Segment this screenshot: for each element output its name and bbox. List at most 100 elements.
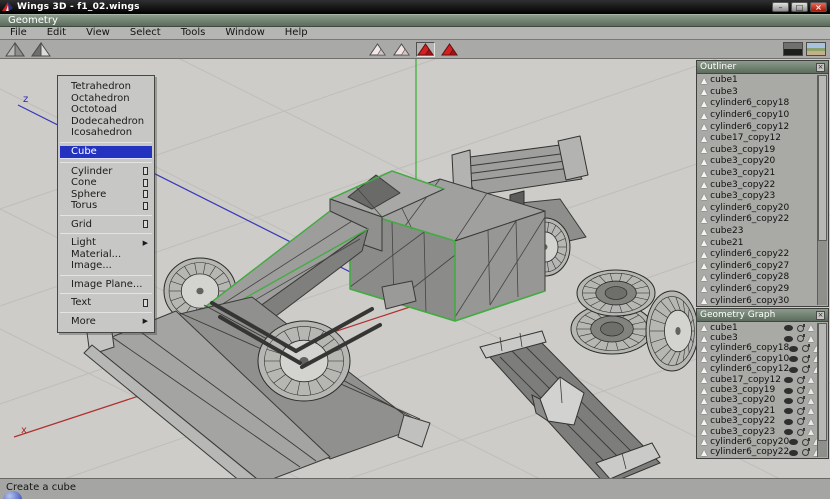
geometry-graph-item[interactable]: ▲cube3_copy23▲ [698, 427, 817, 437]
spare-standing-wheel[interactable] [646, 291, 698, 371]
pyramid-split-tool-icon[interactable] [31, 42, 51, 57]
minimize-button[interactable]: – [772, 2, 789, 12]
context-menu-item-octotoad[interactable]: Octotoad [58, 104, 154, 116]
geometry-graph-item[interactable]: ▲cube1▲ [698, 323, 817, 333]
context-menu-item-cube[interactable]: Cube [60, 146, 152, 159]
option-box-icon[interactable] [143, 190, 148, 198]
outliner-item[interactable]: ▲cube3_copy20 [698, 156, 817, 168]
outliner-item[interactable]: ▲cube3_copy23 [698, 191, 817, 203]
context-menu-item-image-plane[interactable]: Image Plane... [58, 279, 154, 291]
outliner-item[interactable]: ▲cube3_copy19 [698, 145, 817, 157]
geometry-graph-item[interactable]: ▲cube3▲ [698, 333, 817, 343]
lock-icon[interactable] [802, 449, 809, 456]
visibility-eye-icon[interactable] [784, 408, 793, 414]
outliner-item[interactable]: ▲cube3 [698, 87, 817, 99]
outliner-item[interactable]: ▲cube3_copy21 [698, 168, 817, 180]
outliner-item[interactable]: ▲cylinder6_copy28 [698, 272, 817, 284]
ground-plane-toggle-thumbnail[interactable] [783, 42, 803, 56]
outliner-close-icon[interactable]: × [816, 63, 825, 72]
context-menu-item-image[interactable]: Image... [58, 260, 154, 272]
front-near-wheel[interactable] [258, 321, 350, 401]
lock-icon[interactable] [797, 335, 804, 342]
visibility-eye-icon[interactable] [784, 419, 793, 425]
body-mode-button[interactable] [440, 42, 459, 57]
context-menu-item-octahedron[interactable]: Octahedron [58, 93, 154, 105]
pyramid-tool-icon[interactable] [5, 42, 25, 57]
outliner-item[interactable]: ▲cube1 [698, 75, 817, 87]
visibility-eye-icon[interactable] [784, 398, 793, 404]
geometry-graph-titlebar[interactable]: Geometry Graph × [697, 309, 828, 322]
visibility-eye-icon[interactable] [789, 367, 798, 373]
lock-icon[interactable] [797, 418, 804, 425]
spare-wing-model[interactable] [480, 331, 660, 478]
lock-icon[interactable] [797, 429, 804, 436]
context-menu-item-text[interactable]: Text [58, 297, 154, 309]
context-menu-item-more[interactable]: More▶ [58, 316, 154, 328]
visibility-eye-icon[interactable] [784, 377, 793, 383]
visibility-eye-icon[interactable] [789, 439, 798, 445]
lock-icon[interactable] [802, 345, 809, 352]
outliner-item[interactable]: ▲cylinder6_copy20 [698, 203, 817, 215]
outliner-item[interactable]: ▲cube17_copy12 [698, 133, 817, 145]
geometry-graph-item[interactable]: ▲cube3_copy21▲ [698, 406, 817, 416]
menu-tools[interactable]: Tools [171, 27, 216, 39]
visibility-eye-icon[interactable] [784, 336, 793, 342]
lock-icon[interactable] [797, 387, 804, 394]
option-box-icon[interactable] [143, 167, 148, 175]
outliner-item[interactable]: ▲cylinder6_copy29 [698, 284, 817, 296]
outliner-scrollbar[interactable] [817, 75, 827, 305]
geometry-graph-close-icon[interactable]: × [816, 311, 825, 320]
outliner-item[interactable]: ▲cylinder6_copy30 [698, 295, 817, 305]
geometry-graph-item[interactable]: ▲cylinder6_copy22▲ [698, 448, 817, 457]
option-box-icon[interactable] [143, 220, 148, 228]
outliner-item[interactable]: ▲cylinder6_copy22 [698, 214, 817, 226]
face-mode-button[interactable] [416, 42, 435, 57]
menu-select[interactable]: Select [120, 27, 171, 39]
geometry-graph-item[interactable]: ▲cube3_copy19▲ [698, 385, 817, 395]
titlebar[interactable]: Wings 3D - f1_02.wings – □ × [0, 0, 830, 14]
viewport[interactable]: z x [0, 59, 830, 478]
outliner-item[interactable]: ▲cylinder6_copy18 [698, 98, 817, 110]
option-box-icon[interactable] [143, 202, 148, 210]
geometry-workspace-tab[interactable]: Geometry [0, 14, 830, 27]
geometry-graph-scrollbar[interactable] [817, 323, 827, 457]
context-menu-item-material[interactable]: Material... [58, 249, 154, 261]
menu-edit[interactable]: Edit [37, 27, 76, 39]
context-menu-item-sphere[interactable]: Sphere [58, 189, 154, 201]
menu-view[interactable]: View [76, 27, 120, 39]
maximize-button[interactable]: □ [791, 2, 808, 12]
scene-view-toggle-thumbnail[interactable] [806, 42, 826, 56]
vertex-mode-button[interactable] [368, 42, 387, 57]
wireframe-toggle-icon[interactable]: ▲ [808, 397, 814, 405]
context-menu-item-cylinder[interactable]: Cylinder [58, 166, 154, 178]
f1-car-model[interactable] [84, 136, 588, 478]
visibility-eye-icon[interactable] [789, 346, 798, 352]
menu-window[interactable]: Window [215, 27, 274, 39]
outliner-item[interactable]: ▲cylinder6_copy10 [698, 110, 817, 122]
lock-icon[interactable] [802, 366, 809, 373]
context-menu-item-grid[interactable]: Grid [58, 219, 154, 231]
context-menu-item-cone[interactable]: Cone [58, 177, 154, 189]
lock-icon[interactable] [797, 408, 804, 415]
menu-help[interactable]: Help [275, 27, 318, 39]
wireframe-toggle-icon[interactable]: ▲ [808, 387, 814, 395]
wireframe-toggle-icon[interactable]: ▲ [808, 407, 814, 415]
lock-icon[interactable] [797, 377, 804, 384]
geometry-graph-item[interactable]: ▲cube17_copy12▲ [698, 375, 817, 385]
visibility-eye-icon[interactable] [784, 429, 793, 435]
context-menu-item-light[interactable]: Light▶ [58, 237, 154, 249]
wireframe-toggle-icon[interactable]: ▲ [808, 376, 814, 384]
geometry-graph-resize-grip[interactable] [818, 448, 827, 457]
geometry-graph-item[interactable]: ▲cube3_copy20▲ [698, 396, 817, 406]
outliner-titlebar[interactable]: Outliner × [697, 61, 828, 74]
outliner-item[interactable]: ▲cube21 [698, 237, 817, 249]
visibility-eye-icon[interactable] [789, 450, 798, 456]
outliner-item[interactable]: ▲cylinder6_copy27 [698, 261, 817, 273]
wireframe-toggle-icon[interactable]: ▲ [808, 418, 814, 426]
visibility-eye-icon[interactable] [784, 388, 793, 394]
lock-icon[interactable] [797, 325, 804, 332]
geometry-graph-item[interactable]: ▲cube3_copy22▲ [698, 417, 817, 427]
lock-icon[interactable] [802, 439, 809, 446]
geometry-graph-item[interactable]: ▲cylinder6_copy20▲ [698, 437, 817, 447]
geometry-graph-item[interactable]: ▲cylinder6_copy18▲ [698, 344, 817, 354]
